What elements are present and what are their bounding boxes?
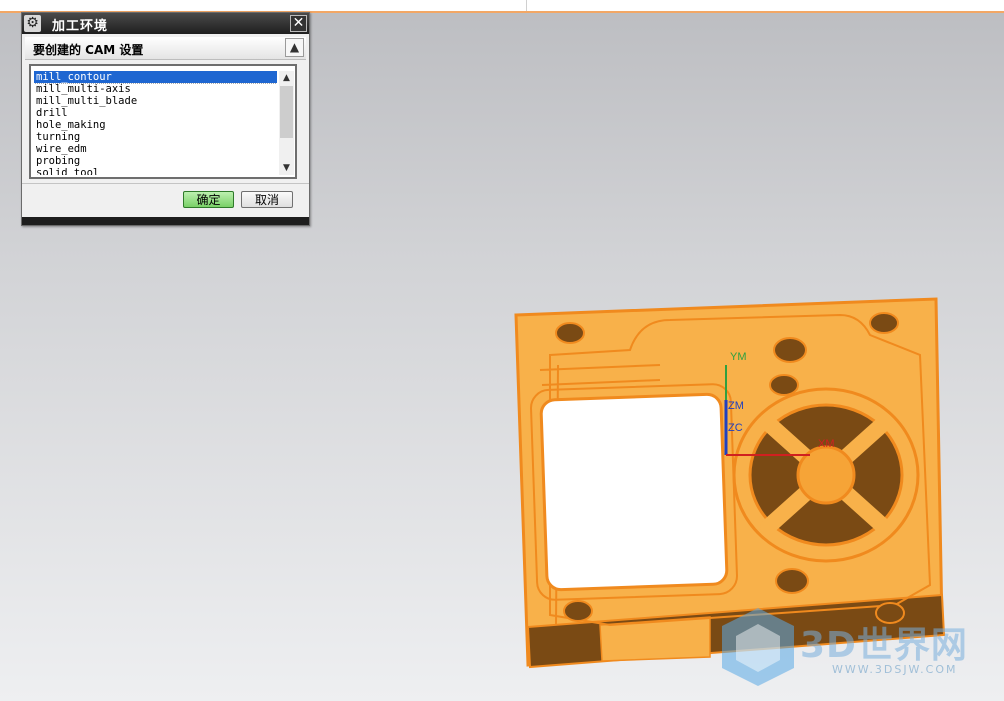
cam-setup-listbox[interactable]: mill_contour mill_multi-axis mill_multi_bl… — [29, 64, 297, 179]
gear-icon[interactable]: ⚙ — [24, 15, 41, 32]
cam-setup-item[interactable]: wire_edm — [34, 143, 277, 155]
cam-setup-section-header[interactable]: 要创建的 CAM 设置 ▲ — [25, 37, 306, 60]
cam-setup-list[interactable]: mill_contour mill_multi-axis mill_multi_bl… — [34, 71, 277, 175]
watermark-cube-logo — [722, 608, 794, 686]
toolbar-divider — [526, 0, 527, 11]
list-scrollbar[interactable]: ▲ ▼ — [279, 71, 294, 175]
dialog-title: 加工环境 — [52, 19, 109, 34]
scroll-down-icon[interactable]: ▼ — [279, 161, 294, 175]
cam-setup-item[interactable]: hole_making — [34, 119, 277, 131]
cam-setup-item[interactable]: mill_multi-axis — [34, 83, 277, 95]
xm-axis-label: XM — [818, 438, 835, 450]
close-icon[interactable]: ✕ — [290, 15, 307, 32]
footer-divider — [22, 183, 309, 184]
watermark-url: WWW.3DSJW.COM — [832, 663, 958, 676]
cam-setup-item[interactable]: solid_tool — [34, 167, 277, 175]
dialog-titlebar[interactable]: ⚙ 加工环境 ✕ — [22, 13, 309, 34]
zc-axis-label: ZC — [728, 422, 743, 434]
watermark-brand: 3D世界网 — [800, 625, 968, 666]
cam-setup-item[interactable]: mill_multi_blade — [34, 95, 277, 107]
dialog-bottom-bar — [22, 217, 309, 225]
cam-setup-item[interactable]: drill — [34, 107, 277, 119]
cam-setup-item[interactable]: mill_contour — [34, 71, 277, 84]
cam-setup-item[interactable]: turning — [34, 131, 277, 143]
machining-environment-dialog: ⚙ 加工环境 ✕ 要创建的 CAM 设置 ▲ mill_contour mill_… — [21, 12, 310, 226]
ym-axis-label: YM — [730, 351, 747, 363]
part-left-pocket — [539, 392, 729, 592]
section-title: 要创建的 CAM 设置 — [33, 43, 144, 57]
scrollbar-thumb[interactable] — [280, 86, 293, 138]
ok-button[interactable]: 确定 — [183, 191, 234, 208]
zm-axis-label: ZM — [728, 400, 744, 412]
chevron-up-icon[interactable]: ▲ — [285, 38, 304, 57]
cam-setup-item[interactable]: probing — [34, 155, 277, 167]
scroll-up-icon[interactable]: ▲ — [279, 71, 294, 85]
cancel-button[interactable]: 取消 — [241, 191, 293, 208]
